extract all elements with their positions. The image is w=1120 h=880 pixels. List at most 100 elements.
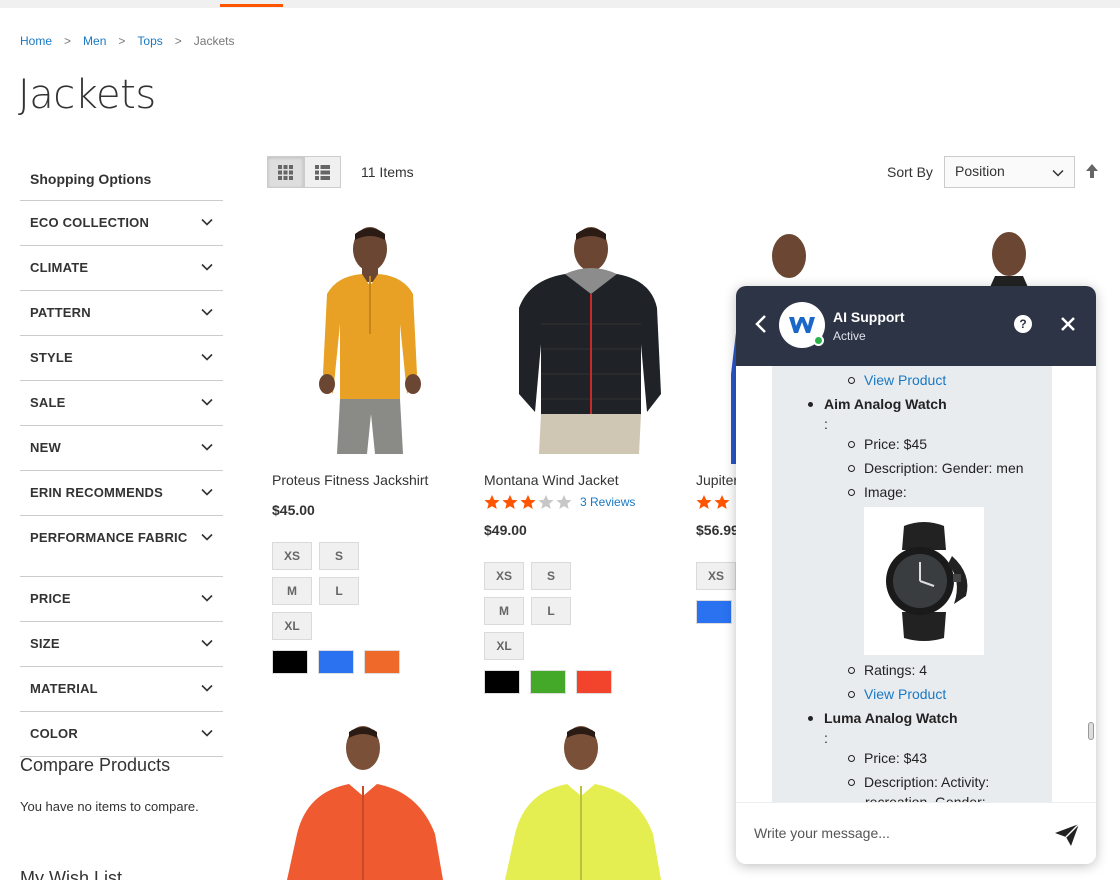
sidebar: Shopping Options ECO COLLECTION CLIMATE … bbox=[20, 158, 223, 757]
list-item: View Product bbox=[848, 684, 946, 704]
message-input[interactable]: Write your message... bbox=[754, 825, 890, 841]
filter-label: SALE bbox=[30, 395, 66, 410]
chevron-down-icon bbox=[201, 263, 213, 271]
size-option-l[interactable]: L bbox=[319, 577, 359, 605]
size-option-m[interactable]: M bbox=[272, 577, 312, 605]
chat-input-area: Write your message... bbox=[736, 802, 1096, 864]
chevron-down-icon bbox=[201, 308, 213, 316]
colon-text: : bbox=[824, 730, 828, 746]
bullet-icon bbox=[848, 666, 855, 674]
filter-new[interactable]: NEW bbox=[20, 425, 223, 470]
product-image[interactable] bbox=[479, 724, 679, 880]
product-title: Aim Analog Watch bbox=[824, 396, 947, 412]
watch-image[interactable] bbox=[864, 507, 984, 655]
size-option-xs[interactable]: XS bbox=[272, 542, 312, 570]
size-option-l[interactable]: L bbox=[531, 597, 571, 625]
grid-view-button[interactable] bbox=[267, 156, 304, 188]
product-ratings: Ratings: 4 bbox=[864, 662, 928, 678]
filter-label: SIZE bbox=[30, 636, 60, 651]
filter-performance-fabric[interactable]: PERFORMANCE FABRIC bbox=[20, 515, 223, 576]
brand-logo-icon bbox=[789, 317, 815, 333]
top-nav-bar bbox=[0, 0, 1120, 8]
filter-style[interactable]: STYLE bbox=[20, 335, 223, 380]
color-swatch-blue[interactable] bbox=[318, 650, 354, 674]
product-price: $45.00 bbox=[272, 502, 315, 518]
page-title: Jackets bbox=[18, 72, 156, 118]
size-options: XS S M L XL bbox=[272, 542, 412, 647]
close-icon[interactable] bbox=[1060, 316, 1076, 332]
color-swatch-blue[interactable] bbox=[696, 600, 732, 624]
color-swatch-orange[interactable] bbox=[364, 650, 400, 674]
rating-stars bbox=[696, 495, 730, 509]
breadcrumb-men[interactable]: Men bbox=[83, 34, 106, 48]
list-item: Ratings: 4 bbox=[848, 660, 927, 680]
size-option-xs[interactable]: XS bbox=[484, 562, 524, 590]
filter-price[interactable]: PRICE bbox=[20, 576, 223, 621]
view-product-link[interactable]: View Product bbox=[864, 370, 946, 390]
color-swatch-black[interactable] bbox=[272, 650, 308, 674]
list-item: Price: $43 bbox=[848, 748, 927, 768]
list-item: Description: Gender: men bbox=[848, 458, 1024, 478]
size-option-xl[interactable]: XL bbox=[272, 612, 312, 640]
help-icon[interactable]: ? bbox=[1014, 315, 1032, 333]
filter-label: PRICE bbox=[30, 591, 71, 606]
colon-text: : bbox=[824, 416, 828, 432]
chevron-down-icon bbox=[201, 639, 213, 647]
rating-stars bbox=[484, 495, 572, 509]
product-image[interactable] bbox=[267, 224, 467, 464]
filter-color[interactable]: COLOR bbox=[20, 711, 223, 757]
filter-label: PATTERN bbox=[30, 305, 91, 320]
sort-direction-arrow-icon[interactable] bbox=[1085, 163, 1099, 179]
product-title: Luma Analog Watch bbox=[824, 710, 958, 726]
product-photo-yellow-top bbox=[505, 726, 661, 880]
sort-selected-value: Position bbox=[955, 163, 1005, 179]
chat-messages[interactable]: View Product Aim Analog Watch : Price: $… bbox=[736, 366, 1096, 802]
chevron-down-icon bbox=[201, 353, 213, 361]
size-option-s[interactable]: S bbox=[531, 562, 571, 590]
product-item: Proteus Fitness Jackshirt $45.00 XS S M … bbox=[267, 224, 467, 674]
product-description: Description: Gender: men bbox=[864, 460, 1024, 476]
chat-scrollbar[interactable] bbox=[1088, 722, 1094, 740]
filter-sale[interactable]: SALE bbox=[20, 380, 223, 425]
filter-size[interactable]: SIZE bbox=[20, 621, 223, 666]
list-item: View Product bbox=[848, 370, 946, 390]
filter-eco-collection[interactable]: ECO COLLECTION bbox=[20, 200, 223, 245]
chevron-left-icon[interactable] bbox=[754, 314, 768, 334]
breadcrumb-home[interactable]: Home bbox=[20, 34, 52, 48]
product-photo-jackshirt bbox=[319, 227, 421, 454]
size-option-xs[interactable]: XS bbox=[696, 562, 736, 590]
product-photo-orange-top bbox=[287, 726, 443, 880]
filter-climate[interactable]: CLIMATE bbox=[20, 245, 223, 290]
product-item: Montana Wind Jacket 3 Reviews $49.00 XS … bbox=[479, 224, 679, 694]
view-product-link[interactable]: View Product bbox=[864, 684, 946, 704]
filter-erin-recommends[interactable]: ERIN RECOMMENDS bbox=[20, 470, 223, 515]
online-status-dot bbox=[813, 335, 824, 346]
active-tab-indicator bbox=[220, 4, 283, 7]
color-swatch-black[interactable] bbox=[484, 670, 520, 694]
color-swatch-green[interactable] bbox=[530, 670, 566, 694]
filter-pattern[interactable]: PATTERN bbox=[20, 290, 223, 335]
size-option-xl[interactable]: XL bbox=[484, 632, 524, 660]
reviews-link[interactable]: 3 Reviews bbox=[580, 495, 635, 509]
compare-products-title: Compare Products bbox=[20, 755, 171, 775]
chat-agent-name: AI Support bbox=[833, 309, 905, 325]
send-icon[interactable] bbox=[1054, 823, 1080, 847]
filter-material[interactable]: MATERIAL bbox=[20, 666, 223, 711]
size-option-s[interactable]: S bbox=[319, 542, 359, 570]
size-option-m[interactable]: M bbox=[484, 597, 524, 625]
product-name[interactable]: Montana Wind Jacket bbox=[484, 472, 679, 488]
product-name[interactable]: Proteus Fitness Jackshirt bbox=[272, 472, 467, 488]
bullet-icon bbox=[848, 690, 855, 698]
chevron-down-icon bbox=[201, 729, 213, 737]
sort-select[interactable]: Position bbox=[944, 156, 1075, 188]
product-image[interactable] bbox=[479, 224, 679, 464]
color-swatch-red[interactable] bbox=[576, 670, 612, 694]
chevron-down-icon bbox=[201, 443, 213, 451]
product-item bbox=[479, 724, 679, 880]
color-options bbox=[272, 650, 467, 674]
list-view-button[interactable] bbox=[304, 156, 341, 188]
shopping-options-title: Shopping Options bbox=[30, 171, 152, 187]
product-image[interactable] bbox=[267, 724, 467, 880]
breadcrumb-tops[interactable]: Tops bbox=[137, 34, 162, 48]
bullet-icon bbox=[848, 464, 855, 472]
